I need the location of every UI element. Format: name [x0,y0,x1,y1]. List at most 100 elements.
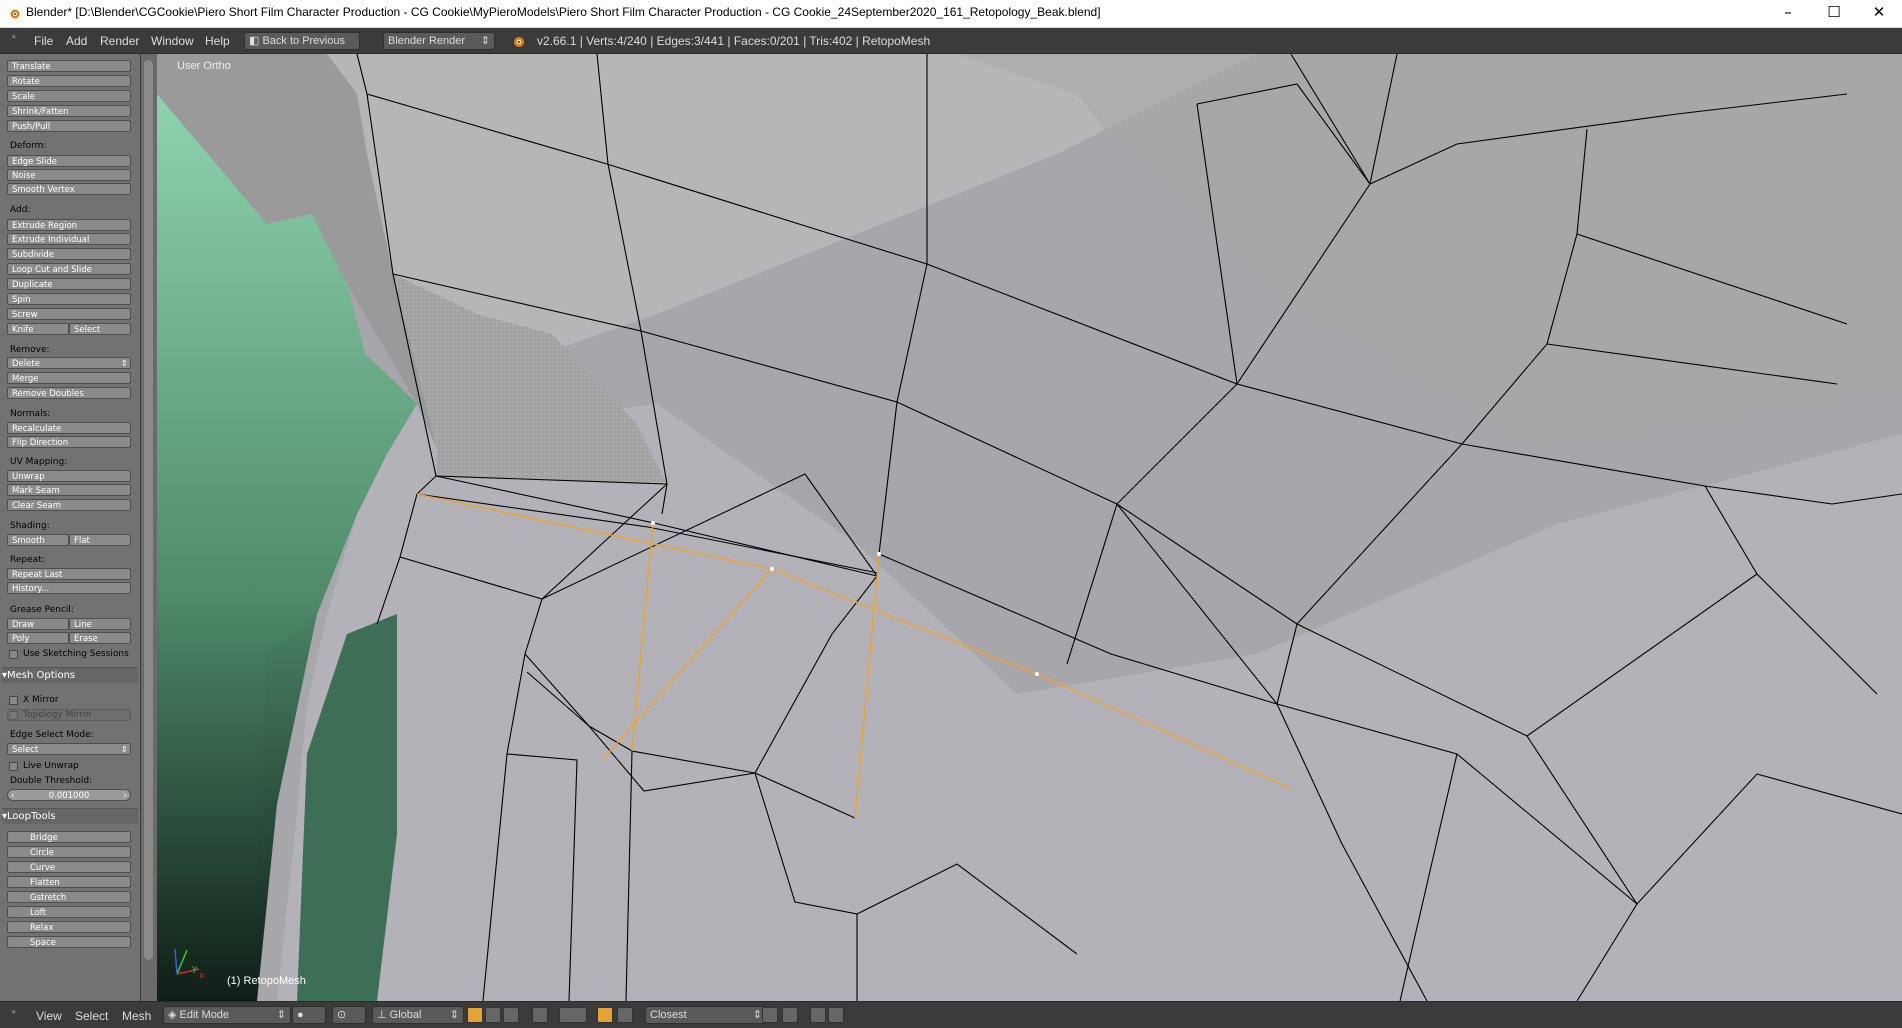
remove-doubles-button[interactable]: Remove Doubles [7,387,131,399]
edge-select-mode-menu[interactable]: Select ⇕ [7,743,131,755]
looptools-flatten-button[interactable]: Flatten [7,876,131,888]
spin-button[interactable]: Spin [7,293,131,305]
looptools-loft-button[interactable]: Loft [7,906,131,918]
limit-selection-icon[interactable] [532,1007,548,1023]
decrement-arrow-icon[interactable]: ‹ [11,790,14,800]
transform-orientation-select[interactable]: ⊥ Global ⇕ [372,1006,464,1024]
snap-magnet-icon[interactable] [597,1007,613,1023]
render-animation-icon[interactable] [828,1007,844,1023]
edge-select-mode-icon[interactable] [485,1007,501,1023]
use-sketching-checkbox[interactable] [9,650,18,659]
maximize-button[interactable]: ☐ [1811,0,1857,27]
double-threshold-heading: Double Threshold: [10,776,93,786]
scrollbar-thumb[interactable] [144,60,153,960]
looptools-panel-header[interactable]: ▾LoopTools [2,808,138,824]
pivot-point-select[interactable]: ⊙ [332,1006,366,1024]
snap-project-icon[interactable] [782,1007,798,1023]
menu-view[interactable]: View [36,1009,62,1023]
smooth-button[interactable]: Smooth [7,534,69,546]
noise-button[interactable]: Noise [7,169,131,181]
duplicate-button[interactable]: Duplicate [7,278,131,290]
looptools-curve-button[interactable]: Curve [7,861,131,873]
back-to-previous-label: Back to Previous [262,35,345,47]
editor-type-icon[interactable]: ▫ [12,1007,16,1018]
loop-cut-button[interactable]: Loop Cut and Slide [7,263,131,275]
back-to-previous-button[interactable]: ◧ Back to Previous [244,32,360,50]
proportional-edit-icon[interactable] [559,1007,587,1023]
pivot-icon: ⊙ [337,1009,347,1021]
flat-button[interactable]: Flat [69,534,131,546]
editor-type-icon[interactable]: ▫ [12,32,16,43]
menu-mesh[interactable]: Mesh [122,1009,151,1023]
flip-direction-button[interactable]: Flip Direction [7,436,131,448]
mesh-canvas[interactable] [157,54,1902,1001]
viewport-shading-select[interactable]: ● [292,1006,326,1024]
grease-draw-button[interactable]: Draw [7,618,69,630]
window-title: Blender* [D:\Blender\CGCookie\Piero Shor… [26,5,1101,19]
grease-poly-button[interactable]: Poly [7,632,69,644]
looptools-title: LoopTools [7,811,56,822]
grease-erase-button[interactable]: Erase [69,632,131,644]
tool-shelf: Translate Rotate Scale Shrink/Fatten Pus… [0,54,141,1001]
rotate-button[interactable]: Rotate [7,75,131,87]
render-icon[interactable] [810,1007,826,1023]
render-engine-select[interactable]: Blender Render ⇕ [383,32,495,50]
vertex-select-mode-icon[interactable] [467,1007,483,1023]
edge-slide-button[interactable]: Edge Slide [7,155,131,167]
extrude-region-button[interactable]: Extrude Region [7,219,131,231]
updown-icon: ⇕ [449,1009,459,1021]
normals-heading: Normals: [10,409,51,419]
snap-align-icon[interactable] [762,1007,778,1023]
double-threshold-field[interactable]: ‹ 0.001000 › [7,789,131,801]
unwrap-button[interactable]: Unwrap [7,470,131,482]
repeat-last-button[interactable]: Repeat Last [7,568,131,580]
clear-seam-button[interactable]: Clear Seam [7,499,131,511]
knife-select-button[interactable]: Select [69,323,131,335]
looptools-space-button[interactable]: Space [7,936,131,948]
menu-file[interactable]: File [34,34,53,48]
topology-mirror-checkbox[interactable] [9,711,18,720]
edge-select-mode-value: Select [12,745,39,755]
shrink-fatten-button[interactable]: Shrink/Fatten [7,105,131,117]
looptools-relax-button[interactable]: Relax [7,921,131,933]
smooth-vertex-button[interactable]: Smooth Vertex [7,183,131,195]
grease-line-button[interactable]: Line [69,618,131,630]
merge-button[interactable]: Merge [7,372,131,384]
snap-target-select[interactable]: Closest ⇕ [645,1006,767,1024]
looptools-circle-button[interactable]: Circle [7,846,131,858]
recalculate-button[interactable]: Recalculate [7,422,131,434]
remove-heading: Remove: [10,345,50,355]
knife-button[interactable]: Knife [7,323,69,335]
increment-arrow-icon[interactable]: › [124,790,127,800]
close-button[interactable]: ✕ [1856,0,1902,27]
mark-seam-button[interactable]: Mark Seam [7,484,131,496]
minimize-button[interactable]: – [1765,0,1811,27]
menu-window[interactable]: Window [151,34,194,48]
translate-button[interactable]: Translate [7,60,131,72]
looptools-gstretch-button[interactable]: Gstretch [7,891,131,903]
menu-select[interactable]: Select [75,1009,108,1023]
subdivide-button[interactable]: Subdivide [7,248,131,260]
render-engine-label: Blender Render [388,35,466,47]
delete-menu[interactable]: Delete ⇕ [7,357,131,369]
menu-help[interactable]: Help [205,34,230,48]
snap-element-icon[interactable] [617,1007,633,1023]
3d-viewport[interactable]: User Ortho (1) RetopoMesh y x [157,54,1902,1001]
menu-render[interactable]: Render [100,34,139,48]
looptools-bridge-button[interactable]: Bridge [7,831,131,843]
history-button[interactable]: History... [7,582,131,594]
scale-button[interactable]: Scale [7,90,131,102]
live-unwrap-checkbox[interactable] [9,762,18,771]
axis-x-label: x [199,971,205,981]
menu-add[interactable]: Add [66,34,87,48]
screw-button[interactable]: Screw [7,308,131,320]
updown-icon: ⇕ [276,1009,286,1021]
toolshelf-scrollbar[interactable] [141,54,157,1001]
push-pull-button[interactable]: Push/Pull [7,120,131,132]
mesh-options-panel-header[interactable]: ▾Mesh Options [2,667,138,683]
face-select-mode-icon[interactable] [503,1007,519,1023]
x-mirror-checkbox[interactable] [9,696,18,705]
mode-select[interactable]: ◈ Edit Mode ⇕ [163,1006,291,1024]
uv-mapping-heading: UV Mapping: [10,457,68,467]
extrude-individual-button[interactable]: Extrude Individual [7,233,131,245]
